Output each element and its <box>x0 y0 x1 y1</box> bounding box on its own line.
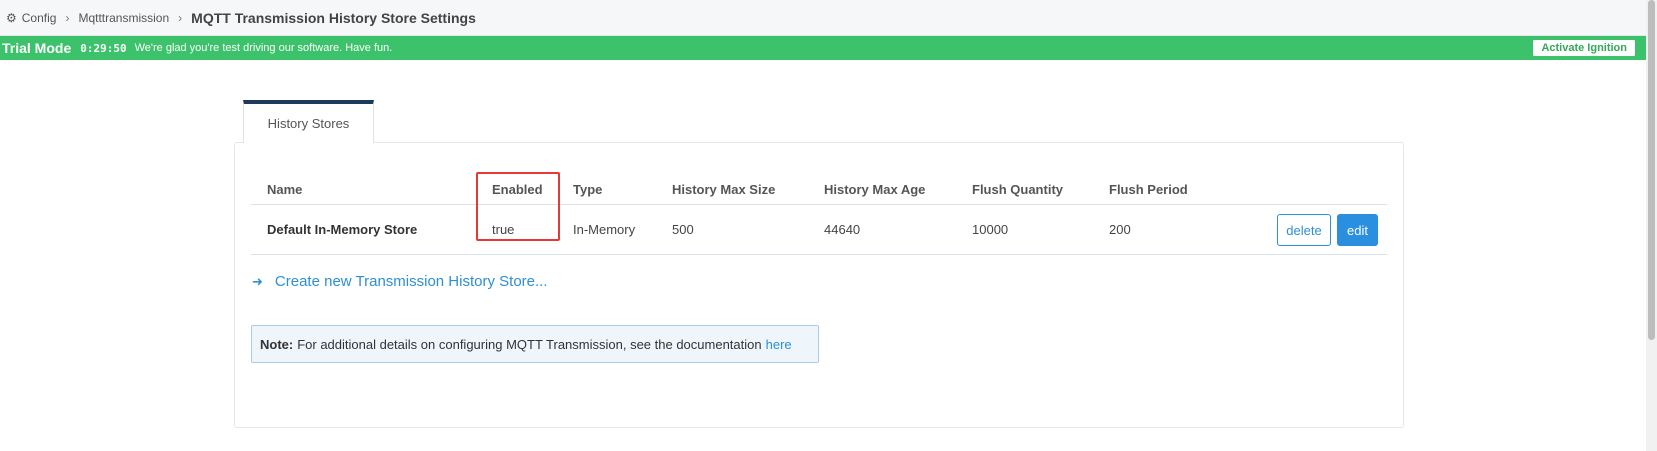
history-stores-table: Name Enabled Type History Max Size Histo… <box>251 171 1387 255</box>
note-label: Note: <box>260 336 294 352</box>
page-title: MQTT Transmission History Store Settings <box>191 9 476 26</box>
cell-history-max-age: 44640 <box>824 222 861 237</box>
note-text: For additional details on configuring MQ… <box>297 336 762 352</box>
documentation-link[interactable]: here <box>766 337 792 352</box>
create-history-store-link[interactable]: ➜ Create new Transmission History Store.… <box>252 273 548 290</box>
gear-icon: ⚙ <box>6 10 17 25</box>
cell-enabled: true <box>492 222 515 237</box>
trial-banner: Trial Mode 0:29:50 We're glad you're tes… <box>0 36 1657 60</box>
header-flush-quantity: Flush Quantity <box>972 182 1063 197</box>
breadcrumb: ⚙ Config › Mqtttransmission › MQTT Trans… <box>0 0 1657 36</box>
activate-ignition-button[interactable]: Activate Ignition <box>1533 40 1635 56</box>
header-history-max-age: History Max Age <box>824 182 926 197</box>
trial-timer: 0:29:50 <box>80 41 127 55</box>
tab-history-stores[interactable]: History Stores <box>243 100 374 143</box>
edit-button[interactable]: edit <box>1337 214 1378 246</box>
cell-type: In-Memory <box>573 222 636 237</box>
header-type: Type <box>573 182 603 197</box>
documentation-note: Note: For additional details on configur… <box>251 325 819 363</box>
history-stores-panel: Name Enabled Type History Max Size Histo… <box>234 142 1404 428</box>
chevron-right-icon: › <box>65 10 70 25</box>
scrollbar-thumb[interactable] <box>1648 0 1655 340</box>
page-scrollbar[interactable] <box>1646 0 1657 451</box>
trial-mode-title: Trial Mode <box>2 40 72 56</box>
create-history-store-label[interactable]: Create new Transmission History Store... <box>275 273 548 290</box>
arrow-right-icon: ➜ <box>252 273 263 289</box>
chevron-right-icon: › <box>178 10 183 25</box>
header-history-max-size: History Max Size <box>672 182 776 197</box>
trial-message: We're glad you're test driving our softw… <box>134 42 393 54</box>
delete-button[interactable]: delete <box>1277 214 1331 246</box>
breadcrumb-item-mqtttransmission[interactable]: Mqtttransmission <box>78 11 169 25</box>
header-name: Name <box>267 182 303 197</box>
table-row: Default In-Memory Store true In-Memory 5… <box>251 205 1387 255</box>
table-header: Name Enabled Type History Max Size Histo… <box>251 171 1387 205</box>
cell-name: Default In-Memory Store <box>267 222 418 237</box>
header-enabled: Enabled <box>492 182 543 197</box>
cell-history-max-size: 500 <box>672 222 694 237</box>
header-flush-period: Flush Period <box>1109 182 1188 197</box>
cell-flush-quantity: 10000 <box>972 222 1009 237</box>
breadcrumb-item-config[interactable]: ⚙ Config <box>6 11 56 25</box>
breadcrumb-config-label[interactable]: Config <box>22 11 57 25</box>
cell-flush-period: 200 <box>1109 222 1131 237</box>
